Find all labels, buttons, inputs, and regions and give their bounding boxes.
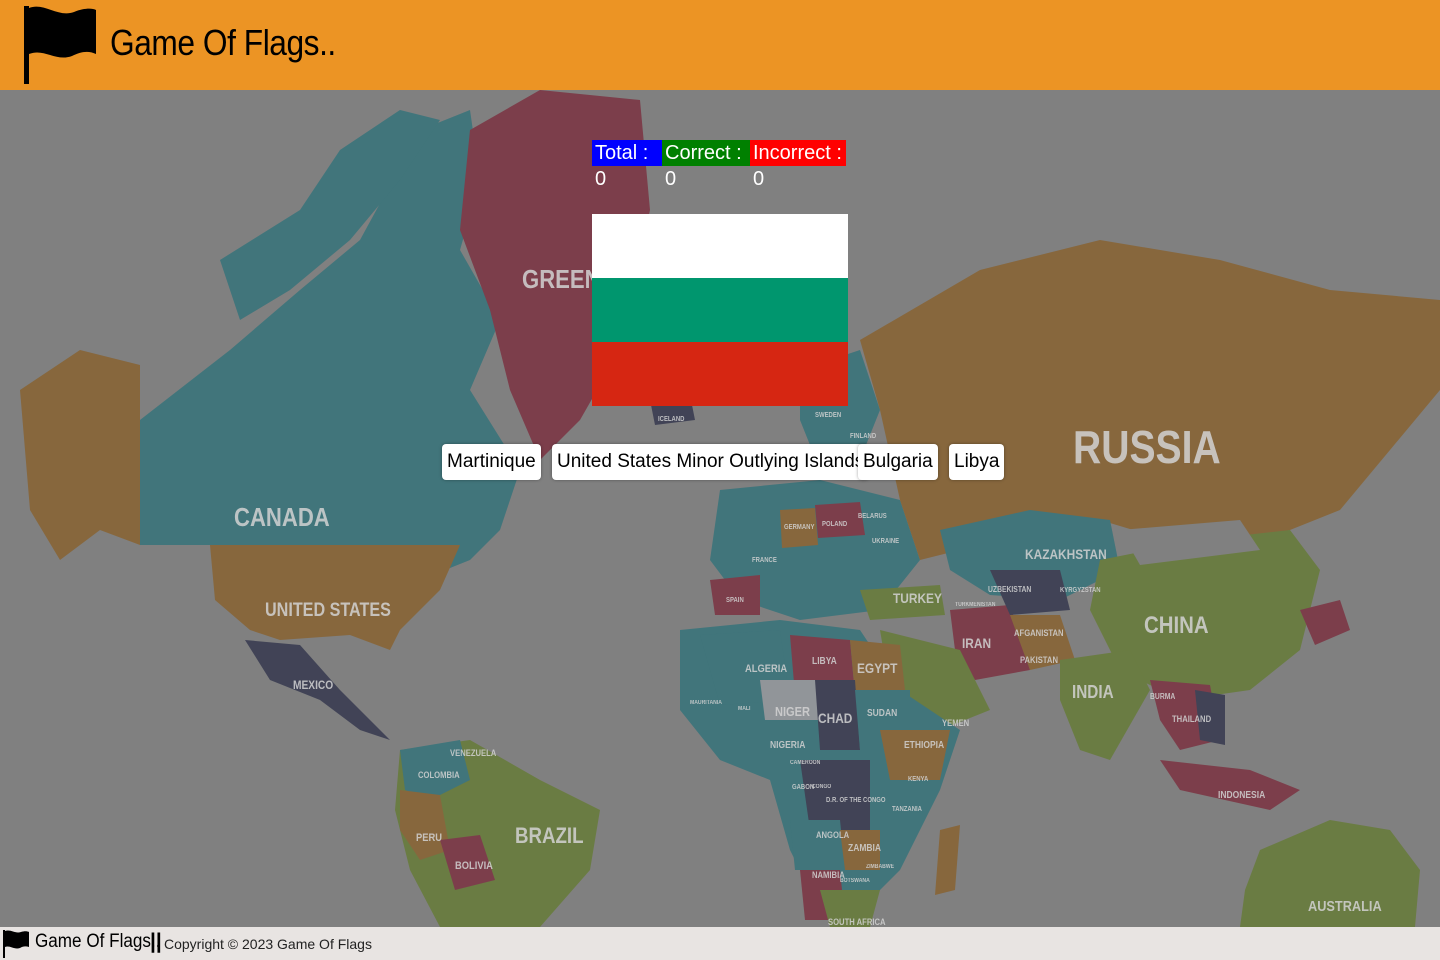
flag-stripe-bottom: [592, 342, 848, 406]
map-label-thailand: THAILAND: [1172, 714, 1212, 724]
map-label-tanzania: TANZANIA: [892, 806, 922, 813]
footer-title: Game Of Flags..: [35, 931, 161, 952]
map-label-canada: CANADA: [234, 502, 330, 532]
map-label-afganistan: AFGANISTAN: [1014, 628, 1064, 638]
footer-separator: ||: [150, 930, 162, 953]
map-label-uzbekistan: UZBEKISTAN: [988, 585, 1032, 594]
app-title: Game Of Flags..: [110, 22, 336, 63]
map-label-angola: ANGOLA: [816, 830, 850, 840]
map-label-zambia: ZAMBIA: [848, 843, 882, 854]
footer-copyright: Copyright © 2023 Game Of Flags: [164, 936, 372, 952]
map-label-mali: MALI: [738, 706, 751, 712]
map-label-yemen: YEMEN: [942, 718, 970, 728]
map-label-turkmenistan: TURKMENISTAN: [955, 602, 996, 608]
map-label-congo: CONGO: [812, 784, 832, 790]
map-label-poland: POLAND: [822, 521, 848, 528]
map-label-australia: AUSTRALIA: [1308, 898, 1382, 915]
map-label-united-states: UNITED STATES: [265, 600, 391, 621]
map-label-france: FRANCE: [752, 557, 777, 564]
map-label-mexico: MEXICO: [293, 678, 334, 692]
answer-options: Martinique United States Minor Outlying …: [0, 444, 1440, 480]
map-label-mauritania: MAURITANIA: [690, 700, 722, 706]
map-label-ukraine: UKRAINE: [872, 538, 900, 545]
option-button-us-minor-outlying-islands[interactable]: United States Minor Outlying Islands: [552, 444, 870, 480]
map-label-venezuela: VENEZUELA: [450, 748, 497, 758]
quiz-flag-image: [592, 214, 848, 406]
map-label-libya: LIBYA: [812, 656, 837, 667]
map-label-sudan: SUDAN: [867, 708, 898, 719]
option-button-martinique[interactable]: Martinique: [442, 444, 541, 480]
flag-icon: [24, 6, 96, 84]
map-label-kazakhstan: KAZAKHSTAN: [1025, 546, 1107, 562]
map-label-turkey: TURKEY: [893, 590, 942, 606]
map-label-gabon: GABON: [792, 784, 815, 791]
footer: Game Of Flags.. || Copyright © 2023 Game…: [0, 927, 1440, 960]
map-label-china: CHINA: [1144, 612, 1209, 639]
map-label-brazil: BRAZIL: [515, 823, 584, 848]
map-label-indonesia: INDONESIA: [1218, 790, 1266, 801]
map-label-iran: IRAN: [962, 635, 992, 651]
map-label-pakistan: PAKISTAN: [1020, 655, 1058, 665]
map-label-kenya: KENYA: [908, 776, 929, 783]
map-label-zimbabwe: ZIMBABWE: [866, 864, 895, 870]
map-label-botswana: BOTSWANA: [840, 878, 870, 884]
map-label-sweden: SWEDEN: [815, 412, 842, 419]
map-label-drc: D.R. OF THE CONGO: [826, 797, 886, 804]
map-label-egypt: EGYPT: [857, 660, 898, 676]
score-correct: Correct : 0: [662, 140, 750, 190]
map-label-colombia: COLOMBIA: [418, 770, 460, 780]
app-header: Game Of Flags..: [0, 0, 1440, 90]
map-label-peru: PERU: [416, 832, 442, 844]
map-label-burma: BURMA: [1150, 692, 1176, 701]
map-label-spain: SPAIN: [726, 597, 744, 604]
map-label-india: INDIA: [1072, 682, 1114, 702]
map-label-kyrgyzstan: KYRGYZSTAN: [1060, 587, 1101, 594]
score-incorrect: Incorrect : 0: [750, 140, 846, 190]
map-label-south-africa: SOUTH AFRICA: [828, 917, 886, 927]
map-label-finland: FINLAND: [850, 433, 877, 440]
map-label-niger: NIGER: [775, 704, 810, 719]
map-label-germany: GERMANY: [784, 524, 815, 531]
option-button-libya[interactable]: Libya: [949, 444, 1005, 480]
map-label-cameroon: CAMEROON: [790, 760, 821, 766]
flag-stripe-middle: [592, 278, 848, 342]
map-label-ethiopia: ETHIOPIA: [904, 740, 945, 751]
scoreboard: Total : 0 Correct : 0 Incorrect : 0: [592, 140, 846, 190]
map-label-bolivia: BOLIVIA: [455, 860, 493, 872]
footer-flag-icon: [3, 930, 29, 958]
score-total: Total : 0: [592, 140, 662, 190]
map-label-algeria: ALGERIA: [745, 663, 788, 675]
flag-stripe-top: [592, 214, 848, 278]
option-button-bulgaria[interactable]: Bulgaria: [858, 444, 938, 480]
map-label-belarus: BELARUS: [858, 513, 887, 520]
map-label-iceland: ICELAND: [658, 416, 685, 423]
map-label-nigeria: NIGERIA: [770, 740, 806, 751]
map-label-chad: CHAD: [818, 710, 853, 726]
